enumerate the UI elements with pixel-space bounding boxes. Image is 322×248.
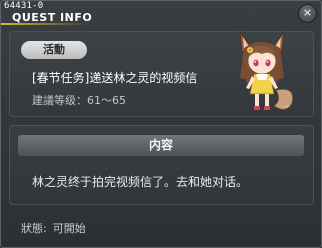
title-underline <box>1 23 89 25</box>
npc-portrait-icon <box>239 30 294 110</box>
category-badge: 活動 <box>21 41 87 59</box>
quest-name: [春节任务]递送林之灵的视频信 <box>32 71 198 85</box>
quest-level: 建議等级：61〜65 <box>32 94 126 107</box>
content-header: 内容 <box>18 135 304 156</box>
quest-info-window: 64431-0 QUEST INFO × 活動 [春节任务]递送林之灵的视频信 … <box>0 0 322 248</box>
content-panel: 内容 林之灵终于拍完视频信了。去和她对话。 <box>9 125 314 205</box>
quest-id: 64431-0 <box>4 1 44 11</box>
close-button[interactable]: × <box>298 4 317 23</box>
status-label: 狀態: <box>21 222 47 235</box>
quest-status: 狀態: 可開始 <box>21 220 86 236</box>
close-icon: × <box>302 6 313 19</box>
content-description: 林之灵终于拍完视频信了。去和她对话。 <box>32 175 249 189</box>
status-value: 可開始 <box>52 222 86 235</box>
